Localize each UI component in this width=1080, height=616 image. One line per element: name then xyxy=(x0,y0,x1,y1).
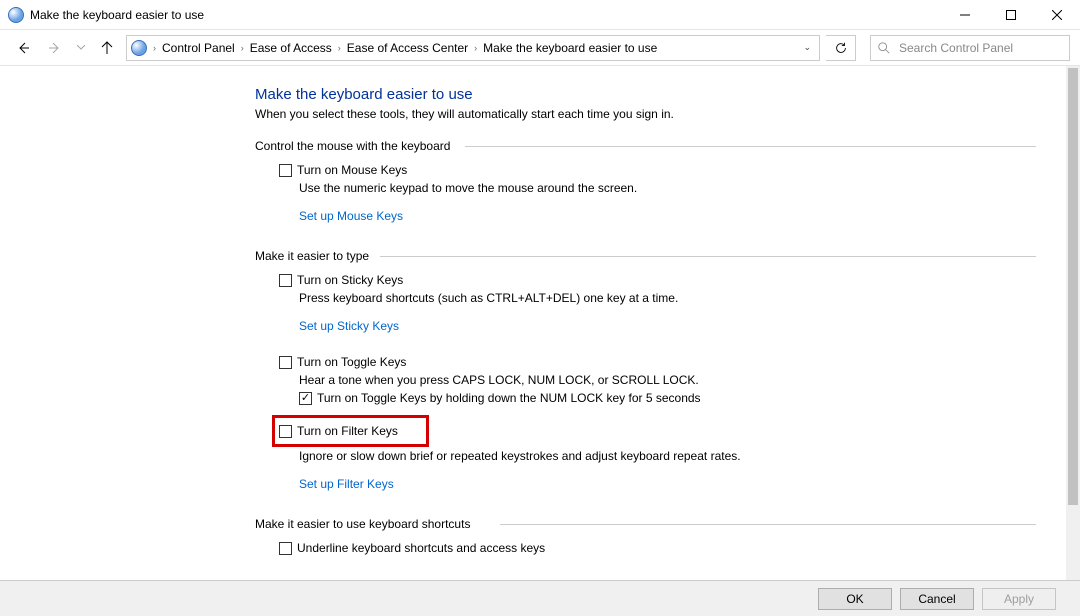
control-panel-icon xyxy=(131,40,147,56)
checkbox-toggle-numlock-hold[interactable] xyxy=(299,392,312,405)
chevron-right-icon[interactable]: › xyxy=(151,43,158,53)
ok-button[interactable]: OK xyxy=(818,588,892,610)
desc-mouse-keys: Use the numeric keypad to move the mouse… xyxy=(299,181,859,195)
breadcrumb-item[interactable]: Ease of Access xyxy=(248,39,334,57)
search-input[interactable] xyxy=(897,40,1063,56)
chevron-right-icon[interactable]: › xyxy=(472,43,479,53)
page-subtitle: When you select these tools, they will a… xyxy=(255,107,1066,121)
section-label-type: Make it easier to type xyxy=(255,249,1066,263)
desc-toggle-keys: Hear a tone when you press CAPS LOCK, NU… xyxy=(299,373,859,387)
checkbox-filter-keys[interactable] xyxy=(279,425,292,438)
search-icon xyxy=(877,41,891,55)
recent-locations-dropdown[interactable] xyxy=(74,45,88,50)
label-sticky-keys: Turn on Sticky Keys xyxy=(297,273,403,287)
section-label-shortcuts: Make it easier to use keyboard shortcuts xyxy=(255,517,1066,531)
breadcrumb-item[interactable]: Make the keyboard easier to use xyxy=(481,39,659,57)
desc-filter-keys: Ignore or slow down brief or repeated ke… xyxy=(299,449,859,463)
link-setup-sticky-keys[interactable]: Set up Sticky Keys xyxy=(299,319,399,333)
section-label-mouse: Control the mouse with the keyboard xyxy=(255,139,1066,153)
nav-bar: › Control Panel › Ease of Access › Ease … xyxy=(0,30,1080,66)
checkbox-mouse-keys[interactable] xyxy=(279,164,292,177)
minimize-button[interactable] xyxy=(942,0,988,30)
desc-sticky-keys: Press keyboard shortcuts (such as CTRL+A… xyxy=(299,291,859,305)
checkbox-sticky-keys[interactable] xyxy=(279,274,292,287)
label-toggle-keys: Turn on Toggle Keys xyxy=(297,355,406,369)
vertical-scrollbar[interactable] xyxy=(1066,66,1080,580)
breadcrumb[interactable]: › Control Panel › Ease of Access › Ease … xyxy=(126,35,820,61)
breadcrumb-item[interactable]: Ease of Access Center xyxy=(345,39,470,57)
checkbox-underline-shortcuts[interactable] xyxy=(279,542,292,555)
app-icon xyxy=(8,7,24,23)
forward-button[interactable] xyxy=(42,35,68,61)
back-button[interactable] xyxy=(10,35,36,61)
chevron-right-icon[interactable]: › xyxy=(239,43,246,53)
breadcrumb-item[interactable]: Control Panel xyxy=(160,39,237,57)
search-box[interactable] xyxy=(870,35,1070,61)
label-mouse-keys: Turn on Mouse Keys xyxy=(297,163,407,177)
link-setup-mouse-keys[interactable]: Set up Mouse Keys xyxy=(299,209,403,223)
page-title: Make the keyboard easier to use xyxy=(255,86,1066,103)
apply-button[interactable]: Apply xyxy=(982,588,1056,610)
refresh-button[interactable] xyxy=(826,35,856,61)
link-setup-filter-keys[interactable]: Set up Filter Keys xyxy=(299,477,394,491)
content-area: Make the keyboard easier to use When you… xyxy=(0,66,1080,580)
window-controls xyxy=(942,0,1080,30)
close-button[interactable] xyxy=(1034,0,1080,30)
label-underline-shortcuts: Underline keyboard shortcuts and access … xyxy=(297,541,545,555)
dialog-footer: OK Cancel Apply xyxy=(0,580,1080,616)
window-title: Make the keyboard easier to use xyxy=(30,8,204,22)
chevron-down-icon[interactable]: ⌄ xyxy=(803,42,815,53)
title-bar: Make the keyboard easier to use xyxy=(0,0,1080,30)
chevron-right-icon[interactable]: › xyxy=(336,43,343,53)
up-button[interactable] xyxy=(94,35,120,61)
maximize-button[interactable] xyxy=(988,0,1034,30)
label-filter-keys: Turn on Filter Keys xyxy=(297,424,398,438)
scroll-thumb[interactable] xyxy=(1068,68,1078,505)
checkbox-toggle-keys[interactable] xyxy=(279,356,292,369)
cancel-button[interactable]: Cancel xyxy=(900,588,974,610)
label-toggle-numlock-hold: Turn on Toggle Keys by holding down the … xyxy=(317,391,701,405)
highlight-filter-keys: Turn on Filter Keys xyxy=(272,415,429,447)
